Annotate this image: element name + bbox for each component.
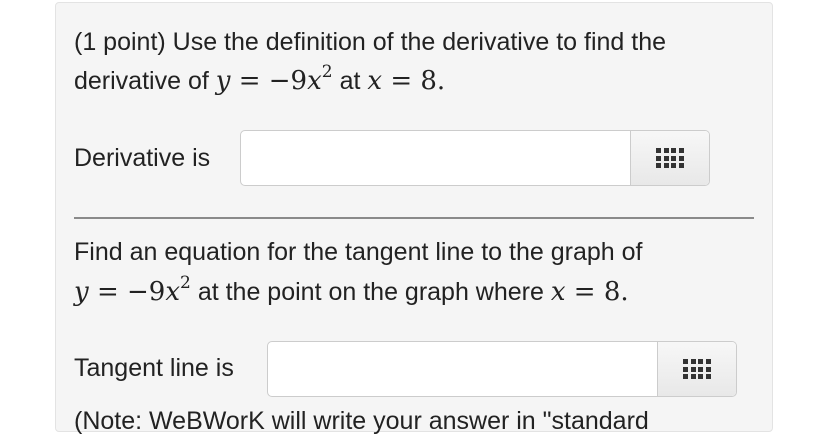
tangent-middle-text: at the point on the graph where (197, 278, 544, 306)
tangent-statement-line2: y = −9x2 at the point on the graph where… (74, 273, 629, 312)
at-text: at (339, 67, 361, 95)
derivative-input[interactable] (241, 131, 630, 185)
problem-statement-line2: derivative of y = −9x2 at x = 8. (74, 62, 445, 101)
section-divider (74, 217, 754, 219)
point-expression: x = 8. (367, 66, 446, 96)
problem-statement-line1: (1 point) Use the definition of the deri… (74, 28, 667, 56)
equation-editor-button[interactable] (630, 131, 709, 185)
derivative-answer-field (240, 130, 710, 186)
tangent-point-expression: x = 8. (550, 277, 629, 307)
tangent-label: Tangent line is (74, 354, 234, 382)
derivative-of-text: derivative of (74, 67, 209, 95)
tangent-input[interactable] (268, 342, 657, 396)
tangent-function-expression: y = −9x2 (74, 273, 191, 308)
note-text-partial: (Note: WeBWorK will write your answer in… (74, 407, 649, 435)
tangent-answer-field (267, 341, 737, 397)
grid-icon (656, 148, 684, 168)
tangent-statement-line1: Find an equation for the tangent line to… (74, 238, 643, 266)
function-expression: y = −9x2 (215, 62, 333, 97)
grid-icon (683, 359, 711, 379)
equation-editor-button-2[interactable] (657, 342, 736, 396)
derivative-label: Derivative is (74, 144, 211, 172)
